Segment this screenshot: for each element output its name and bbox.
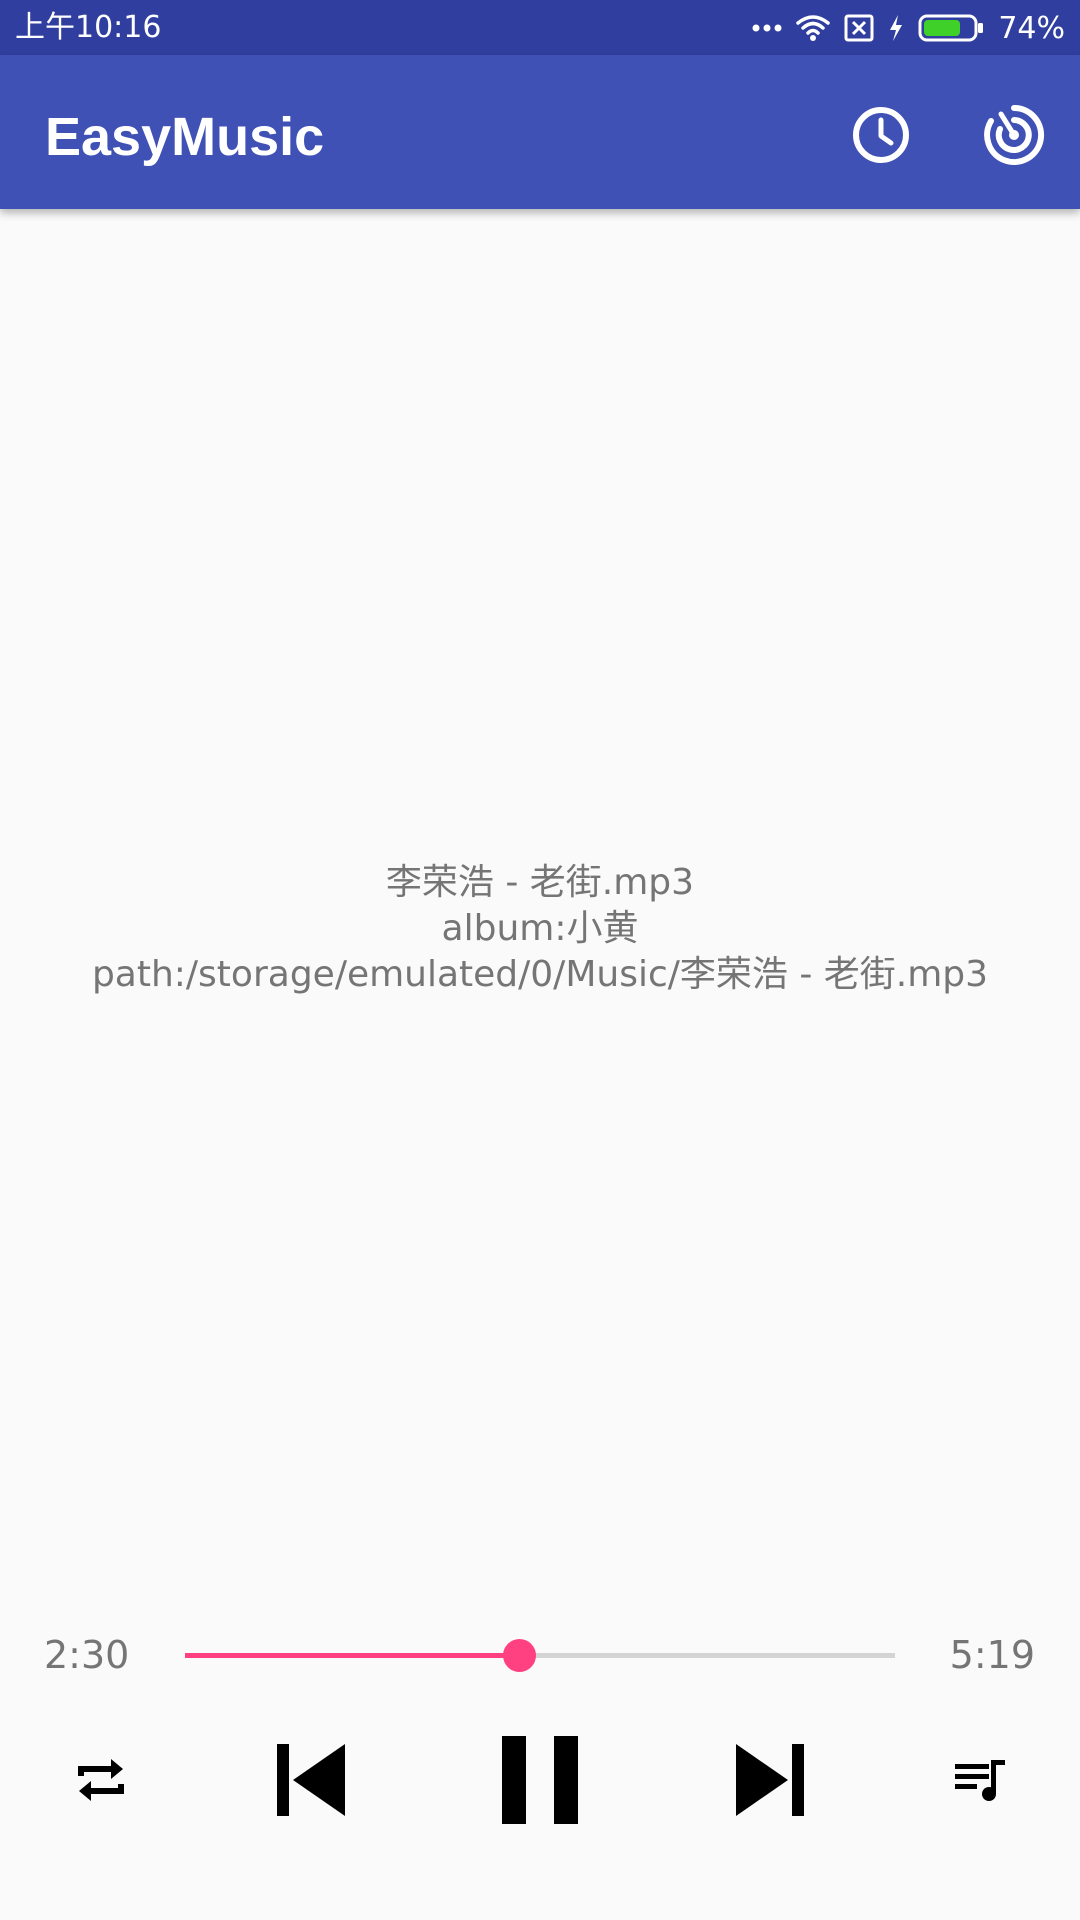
next-button[interactable]	[725, 1735, 815, 1825]
song-info: 李荣浩 - 老街.mp3 album:小黄 path:/storage/emul…	[0, 860, 1080, 998]
seek-progress	[185, 1653, 519, 1658]
battery-icon	[918, 14, 984, 42]
radar-icon	[984, 104, 1045, 165]
song-title: 李荣浩 - 老街.mp3	[385, 862, 695, 903]
song-path: path:/storage/emulated/0/Music/李荣浩 - 老街.…	[91, 954, 989, 995]
pause-icon	[502, 1736, 578, 1824]
charging-icon	[890, 15, 903, 41]
total-time: 5:19	[949, 1633, 1035, 1677]
status-icons: 74%	[752, 8, 1065, 48]
timer-icon	[853, 107, 909, 163]
music-player-screen: 上午10:16 74% EasyMusic 李荣浩 - 老街.mp3 album…	[0, 0, 1080, 1920]
battery-percent: 74%	[998, 10, 1065, 46]
skip-previous-icon	[277, 1744, 345, 1816]
seek-bar[interactable]	[185, 1638, 895, 1672]
timer-button[interactable]	[846, 100, 916, 170]
repeat-icon	[78, 1759, 124, 1801]
more-dots-icon	[752, 24, 782, 32]
current-time: 2:30	[44, 1633, 130, 1677]
radar-button[interactable]	[979, 100, 1049, 170]
no-sim-icon	[844, 14, 874, 42]
song-album: album:小黄	[441, 908, 639, 949]
previous-button[interactable]	[266, 1735, 356, 1825]
playlist-icon	[955, 1760, 1005, 1801]
status-time: 上午10:16	[15, 10, 162, 45]
playlist-button[interactable]	[946, 1745, 1016, 1815]
repeat-button[interactable]	[66, 1745, 136, 1815]
app-bar: EasyMusic	[0, 55, 1080, 209]
seek-thumb[interactable]	[502, 1639, 536, 1672]
skip-next-icon	[736, 1744, 804, 1816]
app-title: EasyMusic	[45, 107, 325, 167]
status-bar: 上午10:16 74%	[0, 0, 1080, 55]
pause-button[interactable]	[490, 1725, 590, 1835]
wifi-icon	[796, 15, 831, 41]
